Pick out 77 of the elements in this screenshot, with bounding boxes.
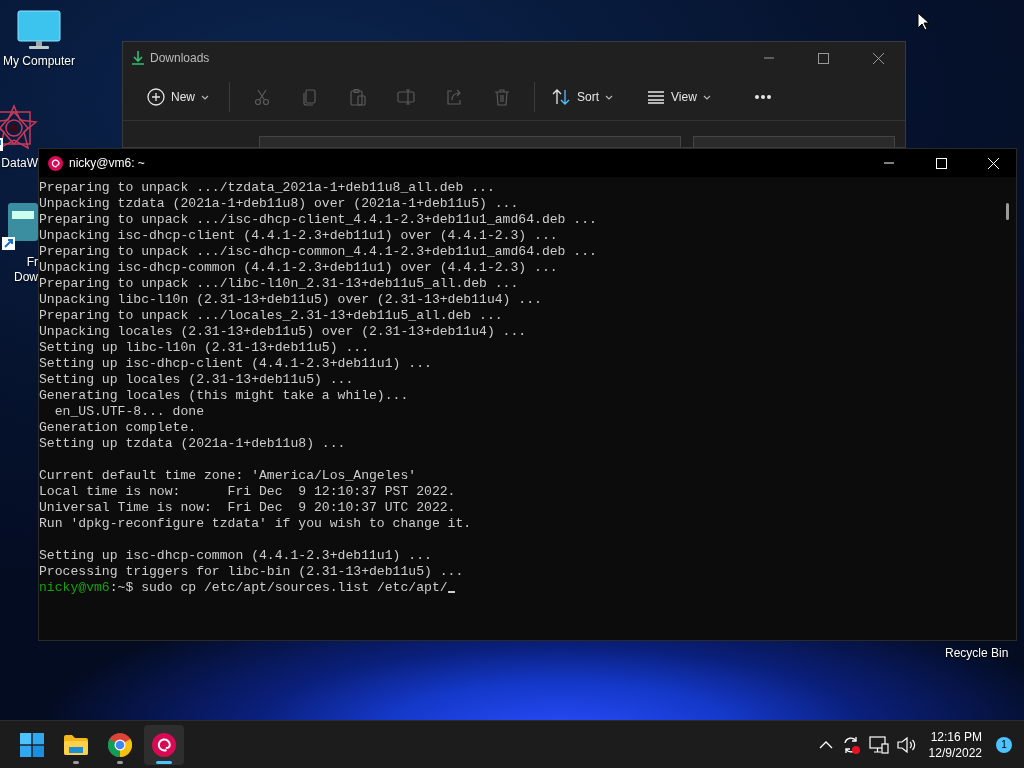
terminal-line: en_US.UTF-8... done [53,404,205,420]
terminal-line: Unpacking isc-dhcp-client (4.4.1-2.3+deb11u1) over (4.4.1-2.3) ... [39,228,559,244]
clock-time: 12:16 PM [930,728,982,745]
plus-circle-icon [147,88,165,106]
prompt-user: nicky@vm6 [39,580,110,595]
terminal-line: Preparing to unpack .../libc-l10n_2.31-13+deb11u5_all.deb ... [39,276,520,292]
caret-icon [702,94,711,100]
terminal-line: Setting up isc-dhcp-common (4.4.1-2.3+deb11u1) ... [39,548,433,564]
terminal-line: Preparing to unpack .../isc-dhcp-client_4.4.1-2.3+deb11u1_amd64.deb ... [39,212,598,228]
app-shortcut-icon [2,203,38,251]
icon-label: Dow [14,270,38,285]
address-bar[interactable] [259,136,681,147]
new-button[interactable]: New [139,80,217,114]
terminal-line: Unpacking locales (2.31-13+deb11u5) over (2.31-13+deb11u4) ... [39,324,528,340]
terminal-line: Unpacking libc-l10n (2.31-13+deb11u5) over (2.31-13+deb11u4) ... [39,292,543,308]
text-cursor [447,591,455,593]
terminal-line: Setting up tzdata (2021a-1+deb11u8) ... [39,436,347,452]
monitor-icon [17,10,61,50]
window-title: Downloads [150,51,211,65]
terminal-line: Preparing to unpack .../tzdata_2021a-1+deb11u8_all.deb ... [39,180,496,196]
caret-icon [201,94,209,100]
chevron-up-icon[interactable] [818,740,833,749]
copy-icon [301,88,319,106]
sort-button[interactable]: Sort [543,80,622,114]
terminal-line: Unpacking tzdata (2021a-1+deb11u8) over (2021a-1+deb11u5) ... [39,196,520,212]
scissors-icon [253,88,271,106]
window-title: nicky@vm6: ~ [69,156,146,170]
close-icon [873,52,884,64]
share-icon [445,88,463,106]
clipboard-icon [349,88,367,106]
view-button[interactable]: View [639,80,719,114]
star-pattern-icon [0,104,38,152]
command-text: sudo cp /etc/apt/sources.list /etc/apt/ [141,580,448,595]
icon-label: Fr [26,255,38,270]
caret-icon [605,94,614,100]
search-field[interactable] [693,136,895,147]
terminal-line: Setting up libc-l10n (2.31-13+deb11u5) ... [39,340,371,356]
icon-label: My Computer [3,54,75,69]
terminal-line: Generating locales (this might take a while)... [39,388,410,404]
terminal-line: Generation complete. [39,420,198,436]
swirl-logo-icon [48,155,63,171]
clock-date: 12/9/2022 [928,744,982,761]
terminal-line: Setting up isc-dhcp-client (4.4.1-2.3+deb11u1) ... [39,356,433,372]
mouse-pointer-icon [917,12,929,31]
terminal-line: Setting up locales (2.31-13+deb11u5) ... [39,372,355,388]
maximize-icon [935,157,947,169]
close-icon [987,157,999,169]
network-icon[interactable] [868,735,889,754]
windows-logo-icon [20,732,44,757]
sort-arrows-icon [551,88,571,106]
taskbar-app-button[interactable] [144,724,184,765]
notification-badge[interactable]: 1 [996,736,1012,753]
terminal-line: Preparing to unpack .../locales_2.31-13+deb11u5_all.deb ... [39,308,504,324]
terminal-line: Local time is now: Fri Dec 9 12:10:37 PST 2022. [39,484,457,500]
volume-icon[interactable] [896,736,917,753]
icon-label: DataW [1,156,38,171]
scrollbar-thumb[interactable] [1006,203,1009,220]
terminal-line: Current default time zone: 'America/Los_Angeles' [39,468,418,484]
terminal-line: Unpacking isc-dhcp-common (4.4.1-2.3+deb11u1) over (4.4.1-2.3) ... [39,260,559,276]
folder-icon [63,733,89,756]
terminal-line: Universal Time is now: Fri Dec 9 20:10:37 UTC 2022. [39,500,457,516]
terminal-line: Processing triggers for libc-bin (2.31-13+deb11u5) ... [39,564,465,580]
minimize-icon [763,57,774,59]
swirl-logo-icon [152,732,176,757]
trash-icon [493,88,511,106]
rename-icon [397,88,415,106]
maximize-icon [818,52,829,64]
list-lines-icon [647,90,666,104]
terminal-line: Preparing to unpack .../isc-dhcp-common_4.4.1-2.3+deb11u1_amd64.deb ... [39,244,598,260]
terminal-line: Run 'dpkg-reconfigure tzdata' if you wish to change it. [39,516,473,532]
minimize-icon [884,162,894,164]
round-browser-icon [108,732,132,757]
clock[interactable]: 12:16 PM 12/9/2022 [928,728,982,761]
prompt-path: :~$ [109,580,134,595]
icon-label: Recycle Bin [945,646,1009,660]
download-arrow-icon [132,51,144,65]
more-icon [753,94,772,100]
